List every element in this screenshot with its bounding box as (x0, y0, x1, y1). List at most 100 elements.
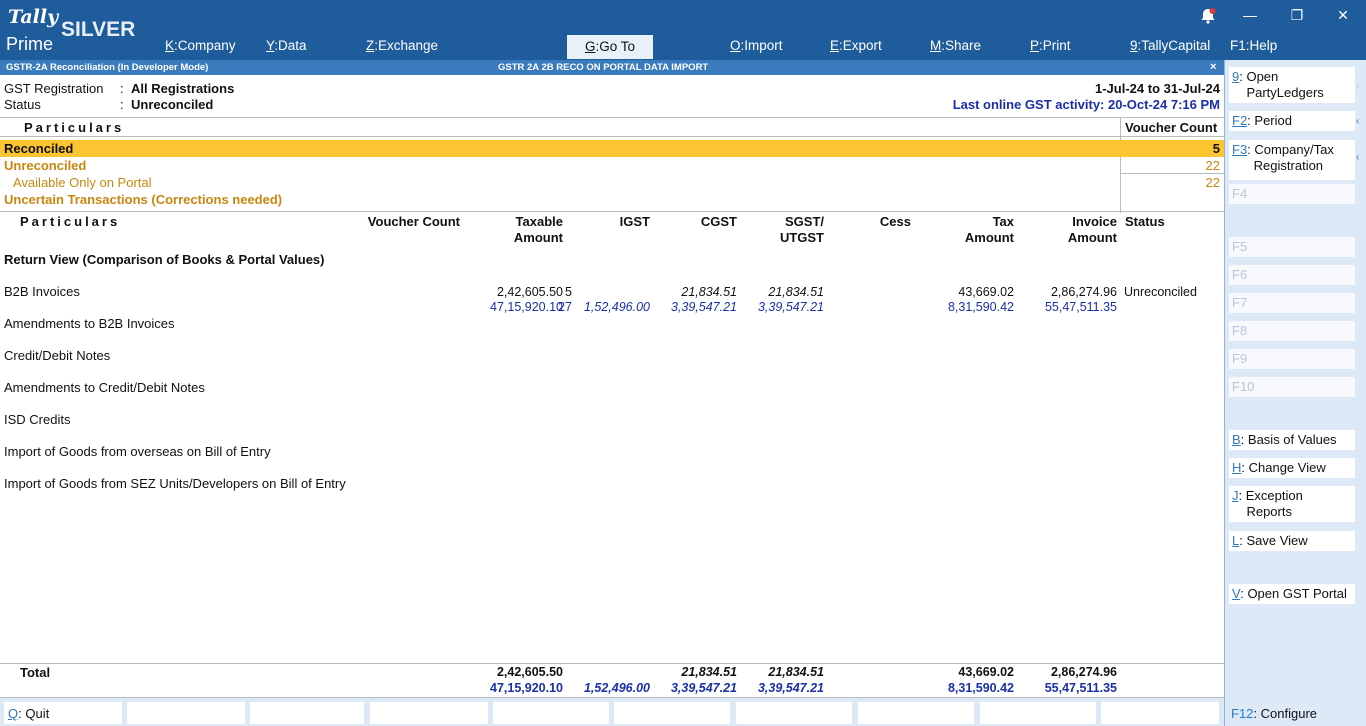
period-button[interactable]: F2: Period (1229, 111, 1355, 131)
open-party-ledgers-button[interactable]: 9: Open PartyLedgers (1229, 67, 1355, 103)
col-voucher-count: Voucher Count (367, 214, 460, 229)
basis-of-values-button[interactable]: B: Basis of Values (1229, 430, 1355, 450)
notification-bell-icon[interactable] (1198, 6, 1218, 26)
separator: : (120, 81, 124, 96)
close-report-icon[interactable]: × (1210, 60, 1216, 75)
restore-icon[interactable]: ❐ (1287, 7, 1307, 27)
row-count: 22 (1205, 158, 1220, 173)
save-view-button[interactable]: L: Save View (1229, 531, 1355, 551)
status-label: Status (4, 97, 41, 112)
summary-row-reconciled[interactable]: Reconciled 5 (0, 140, 1224, 157)
last-online-activity: Last online GST activity: 20-Oct-24 7:16… (952, 97, 1220, 112)
edition-label: SILVER (61, 18, 136, 41)
exception-reports-button[interactable]: J: Exception Reports (1229, 486, 1355, 522)
b2b-books-voucher-count: 5 (565, 285, 572, 299)
nav-help[interactable]: F1:Help (1230, 38, 1277, 53)
bottom-slot (493, 702, 609, 724)
summary-row-uncertain[interactable]: Uncertain Transactions (Corrections need… (0, 191, 1224, 208)
nav-goto[interactable]: G:Go To (567, 35, 653, 59)
nav-tallycapital[interactable]: 9:TallyCapital (1130, 38, 1210, 53)
row-amendments-b2b[interactable]: Amendments to B2B Invoices (4, 316, 175, 331)
nav-data[interactable]: Y:Data (266, 38, 307, 53)
nav-share[interactable]: M:Share (930, 38, 981, 53)
row-isd-credits[interactable]: ISD Credits (4, 412, 70, 427)
total-portal-cgst: 3,39,547.21 (670, 681, 737, 695)
report-title-bar: GSTR-2A Reconciliation (In Developer Mod… (0, 60, 1224, 75)
f7-button[interactable]: F7 (1229, 293, 1355, 313)
row-b2b-invoices[interactable]: B2B Invoices (4, 284, 80, 299)
total-label: Total (20, 665, 51, 680)
total-portal-sgst: 3,39,547.21 (757, 681, 824, 695)
total-portal-igst: 1,52,496.00 (583, 681, 650, 695)
nav-exchange[interactable]: Z:Exchange (366, 38, 438, 53)
row-label: Available Only on Portal (13, 175, 152, 190)
nav-import[interactable]: O:Import (730, 38, 783, 53)
nav-company[interactable]: K:Company (165, 38, 236, 53)
f8-button[interactable]: F8 (1229, 321, 1355, 341)
top-bar: Tally Prime SILVER K:Company Y:Data Z:Ex… (0, 0, 1366, 60)
bottom-slot (736, 702, 852, 724)
row-import-goods-sez[interactable]: Import of Goods from SEZ Units/Developer… (4, 476, 346, 491)
b2b-portal-tax: 8,31,590.42 (947, 300, 1014, 314)
separator: : (120, 97, 124, 112)
col-invoice-amount: Invoice Amount (1067, 214, 1117, 245)
f5-button[interactable]: F5 (1229, 237, 1355, 257)
open-gst-portal-button[interactable]: V: Open GST Portal (1229, 584, 1355, 604)
bottom-slot (127, 702, 245, 724)
summary-col-voucher-count: Voucher Count (1125, 120, 1218, 135)
b2b-portal-sgst: 3,39,547.21 (757, 300, 824, 314)
divider (0, 663, 1224, 664)
col-cess: Cess (879, 214, 911, 229)
summary-col-particulars: Particulars (24, 120, 125, 135)
f4-button[interactable]: F4 (1229, 184, 1355, 204)
tally-window: Tally Prime SILVER K:Company Y:Data Z:Ex… (0, 0, 1366, 726)
summary-table: Particulars Voucher Count Reconciled 5 U… (0, 117, 1224, 213)
f9-button[interactable]: F9 (1229, 349, 1355, 369)
f10-button[interactable]: F10 (1229, 377, 1355, 397)
b2b-portal-invoice: 55,47,511.35 (1044, 300, 1117, 314)
gst-registration-label: GST Registration (4, 81, 104, 96)
company-tax-registration-button[interactable]: F3: Company/Tax Registration (1229, 140, 1355, 180)
col-status: Status (1125, 214, 1165, 229)
total-portal-tax: 8,31,590.42 (947, 681, 1014, 695)
b2b-portal-taxable: 47,15,920.10 (490, 300, 563, 314)
right-button-panel: 9: Open PartyLedgers F2: Period F3: Comp… (1224, 60, 1366, 726)
col-tax-amount: Tax Amount (964, 214, 1014, 245)
f6-button[interactable]: F6 (1229, 265, 1355, 285)
brand-logo-prime: Prime (6, 34, 54, 54)
chevron-left-icon: ‹ (1356, 152, 1360, 163)
period-range: 1-Jul-24 to 31-Jul-24 (1095, 81, 1220, 96)
gst-registration-value: All Registrations (131, 81, 235, 96)
b2b-books-taxable: 2,42,605.50 (496, 285, 563, 299)
col-cgst: CGST (700, 214, 737, 229)
bottom-button-bar (0, 698, 1224, 726)
report-name: GSTR-2A Reconciliation (In Developer Mod… (6, 62, 209, 73)
row-amendments-credit-debit[interactable]: Amendments to Credit/Debit Notes (4, 380, 205, 395)
change-view-button[interactable]: H: Change View (1229, 458, 1355, 478)
summary-row-available-on-portal[interactable]: Available Only on Portal 22 (0, 174, 1224, 191)
configure-button[interactable]: F12: Configure (1231, 706, 1317, 721)
row-label: Reconciled (4, 141, 74, 156)
nav-export[interactable]: E:Export (830, 38, 882, 53)
col-taxable-amount: Taxable Amount (513, 214, 563, 245)
summary-row-unreconciled[interactable]: Unreconciled 22 (0, 157, 1224, 174)
col-sgst-utgst: SGST/UTGST (779, 214, 824, 245)
close-window-icon[interactable]: ✕ (1333, 7, 1353, 27)
brand-logo-tally: Tally (8, 6, 59, 28)
row-import-goods-overseas[interactable]: Import of Goods from overseas on Bill of… (4, 444, 271, 459)
report-subtitle: GSTR 2A 2B RECO ON PORTAL DATA IMPORT (498, 62, 709, 73)
bottom-slot (370, 702, 488, 724)
total-books-taxable: 2,42,605.50 (496, 665, 563, 679)
col-particulars: Particulars (20, 214, 121, 229)
row-label: Unreconciled (4, 158, 87, 173)
bottom-slot (1101, 702, 1219, 724)
total-books-cgst: 21,834.51 (681, 665, 737, 679)
chevron-left-icon: ‹ (1356, 116, 1360, 127)
row-credit-debit-notes[interactable]: Credit/Debit Notes (4, 348, 110, 363)
minimize-icon[interactable]: — (1240, 7, 1260, 27)
col-igst: IGST (619, 214, 650, 229)
chevron-left-icon: ‹ (1356, 80, 1360, 91)
quit-label[interactable]: Q: Quit (8, 706, 49, 721)
b2b-portal-cgst: 3,39,547.21 (670, 300, 737, 314)
nav-print[interactable]: P:Print (1030, 38, 1071, 53)
